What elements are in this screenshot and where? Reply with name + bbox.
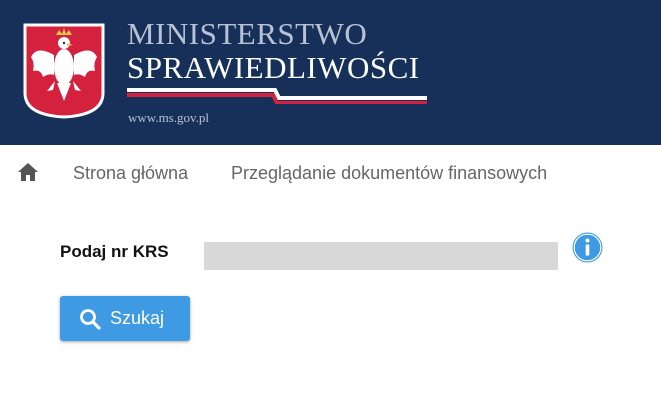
- krs-label: Podaj nr KRS: [60, 242, 169, 261]
- polish-eagle-emblem-icon: [23, 23, 105, 119]
- page: MINISTERSTWO SPRAWIEDLIWOŚCI www.ms.gov.…: [0, 0, 661, 403]
- ministry-url: www.ms.gov.pl: [128, 110, 210, 125]
- home-icon[interactable]: [17, 162, 39, 182]
- header-banner: MINISTERSTWO SPRAWIEDLIWOŚCI www.ms.gov.…: [0, 0, 661, 145]
- search-icon: [80, 309, 101, 330]
- breadcrumb: Strona główna Przeglądanie dokumentów fi…: [0, 145, 661, 201]
- search-button-label: Szukaj: [110, 308, 165, 328]
- breadcrumb-financial-documents-link[interactable]: Przeglądanie dokumentów finansowych: [231, 163, 547, 184]
- ministry-name-line1: MINISTERSTWO: [127, 16, 368, 51]
- search-button[interactable]: Szukaj: [60, 296, 190, 341]
- flag-stripes-decoration: [127, 88, 427, 104]
- breadcrumb-home-link[interactable]: Strona główna: [73, 163, 188, 184]
- ministry-name-line2: SPRAWIEDLIWOŚCI: [127, 50, 420, 85]
- info-icon[interactable]: [572, 232, 603, 263]
- krs-number-input[interactable]: [204, 242, 558, 270]
